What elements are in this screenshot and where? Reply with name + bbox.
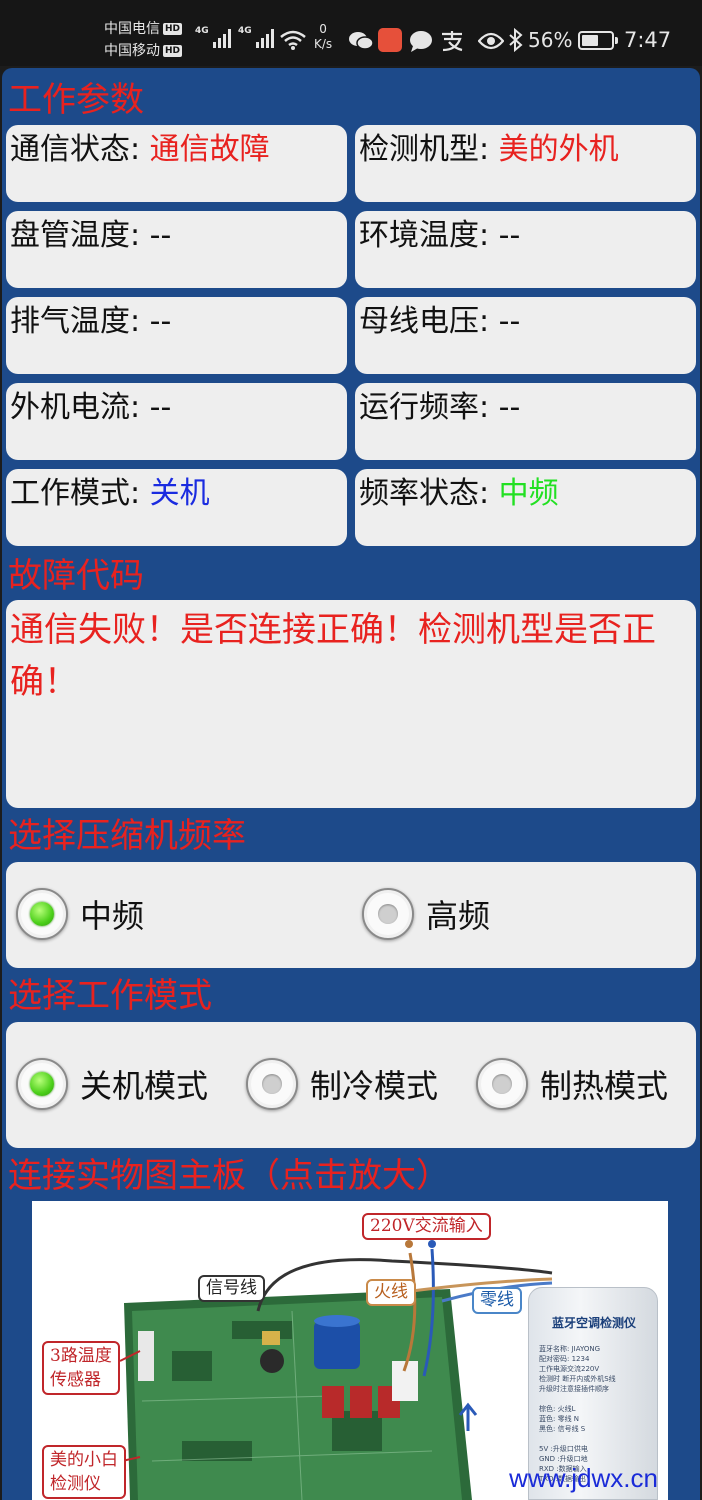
param-label: 环境温度: — [359, 218, 490, 253]
param-label: 频率状态: — [359, 476, 490, 511]
radio-mid-freq[interactable] — [16, 888, 68, 940]
device-spec-line: 5V :升级口供电 — [539, 1445, 588, 1453]
work-params-title: 工作参数 — [8, 80, 144, 120]
radio-high-freq[interactable] — [362, 888, 414, 940]
message-icon — [410, 31, 432, 52]
param-value: 美的外机 — [498, 132, 619, 167]
mode-card: 关机模式 制冷模式 制热模式 — [6, 1022, 696, 1148]
param-label: 运行频率: — [359, 390, 490, 425]
app-icon — [378, 28, 402, 52]
label-signal-wire: 信号线 — [198, 1275, 265, 1302]
carrier-2: 中国移动 — [104, 43, 160, 59]
label-power-input: 220V交流输入 — [362, 1213, 491, 1240]
device-spec-line: 棕色: 火线L — [539, 1405, 576, 1413]
radio-mode-heat[interactable] — [476, 1058, 528, 1110]
param-label: 排气温度: — [10, 304, 141, 339]
device-spec-line: 黑色: 信号线 S — [539, 1425, 586, 1433]
radio-mode-heat-label: 制热模式 — [540, 1067, 669, 1105]
param-coil-temp: 盘管温度: -- — [6, 211, 347, 288]
hd-badge-2: HD — [163, 45, 183, 57]
signal-1-icon: 4G — [195, 26, 231, 48]
wifi-icon — [280, 30, 306, 50]
label-temp-sensor: 3路温度 传感器 — [42, 1341, 120, 1395]
param-model-detect: 检测机型: 美的外机 — [355, 125, 696, 202]
radio-mode-cool-label: 制冷模式 — [310, 1067, 439, 1105]
device-spec-line: 蓝色: 零线 N — [539, 1415, 580, 1423]
frequency-option-mid[interactable]: 中频 — [16, 888, 144, 940]
watermark: www.jdwx.cn — [509, 1463, 658, 1493]
param-value: -- — [498, 390, 521, 425]
param-value: 通信故障 — [149, 132, 270, 167]
frequency-title: 选择压缩机频率 — [8, 816, 246, 856]
param-value: -- — [498, 218, 521, 253]
photo-title: 连接实物图主板（点击放大） — [8, 1156, 450, 1196]
label-tester: 美的小白 检测仪 — [42, 1445, 126, 1499]
param-outdoor-current: 外机电流: -- — [6, 383, 347, 460]
param-value: -- — [149, 218, 172, 253]
radio-mode-off-label: 关机模式 — [80, 1067, 209, 1105]
hd-badge-1: HD — [163, 23, 183, 35]
bluetooth-icon — [509, 28, 523, 52]
clock: 7:47 — [624, 28, 672, 52]
param-exhaust-temp: 排气温度: -- — [6, 297, 347, 374]
param-frequency-status: 频率状态: 中频 — [355, 469, 696, 546]
mode-option-off[interactable]: 关机模式 — [16, 1058, 208, 1110]
carrier-info: 中国电信 HD 中国移动 HD — [104, 18, 183, 62]
param-label: 检测机型: — [359, 132, 490, 167]
device-spec-line — [539, 1434, 651, 1444]
param-comm-status: 通信状态: 通信故障 — [6, 125, 347, 202]
param-label: 工作模式: — [10, 476, 141, 511]
label-neutral-wire: 零线 — [472, 1287, 522, 1314]
fault-code-title: 故障代码 — [8, 556, 144, 596]
device-spec-line: 配对密码: 1234 — [539, 1355, 590, 1363]
device-title: 蓝牙空调检测仪 — [551, 1316, 636, 1330]
param-label: 外机电流: — [10, 390, 141, 425]
param-label: 盘管温度: — [10, 218, 141, 253]
param-value: -- — [149, 390, 172, 425]
param-value: 关机 — [149, 476, 210, 511]
param-ambient-temp: 环境温度: -- — [355, 211, 696, 288]
param-work-mode: 工作模式: 关机 — [6, 469, 347, 546]
param-label: 母线电压: — [359, 304, 490, 339]
device-spec-line: 检测时 断开内或外机S线 — [539, 1375, 616, 1383]
radio-mid-freq-label: 中频 — [80, 897, 145, 935]
device-spec-line — [539, 1394, 651, 1404]
device-spec-line: 工作电源交流220V — [539, 1365, 600, 1373]
eye-icon — [478, 32, 504, 50]
device-spec-line: 蓝牙名称: JIAYONG — [539, 1345, 601, 1353]
param-value: -- — [149, 304, 172, 339]
param-bus-voltage: 母线电压: -- — [355, 297, 696, 374]
param-label: 通信状态: — [10, 132, 141, 167]
alipay-icon — [442, 31, 463, 52]
radio-high-freq-label: 高频 — [426, 897, 491, 935]
mode-option-cool[interactable]: 制冷模式 — [246, 1058, 438, 1110]
label-live-wire: 火线 — [366, 1279, 416, 1306]
carrier-1: 中国电信 — [104, 21, 160, 37]
status-bar: 中国电信 HD 中国移动 HD 4G 4G 0 K/s 56% 7:47 — [0, 0, 702, 66]
signal-2-icon: 4G — [238, 26, 274, 48]
net-speed: 0 K/s — [314, 22, 333, 51]
mode-option-heat[interactable]: 制热模式 — [476, 1058, 668, 1110]
device-spec-line: 升级时注意接插件顺序 — [539, 1385, 609, 1393]
param-run-frequency: 运行频率: -- — [355, 383, 696, 460]
mode-title: 选择工作模式 — [8, 976, 212, 1016]
frequency-card: 中频 高频 — [6, 862, 696, 968]
battery-icon — [578, 31, 618, 50]
param-value: 中频 — [498, 476, 559, 511]
radio-mode-cool[interactable] — [246, 1058, 298, 1110]
fault-code-text: 通信失败！是否连接正确！检测机型是否正确！ — [6, 600, 696, 808]
battery-percent: 56% — [528, 28, 573, 52]
frequency-option-high[interactable]: 高频 — [362, 888, 490, 940]
wechat-icon — [349, 32, 374, 50]
param-value: -- — [498, 304, 521, 339]
wiring-photo[interactable]: 220V交流输入 信号线 火线 零线 3路温度 传感器 美的小白 检测仪 蓝牙空… — [32, 1201, 668, 1500]
radio-mode-off[interactable] — [16, 1058, 68, 1110]
